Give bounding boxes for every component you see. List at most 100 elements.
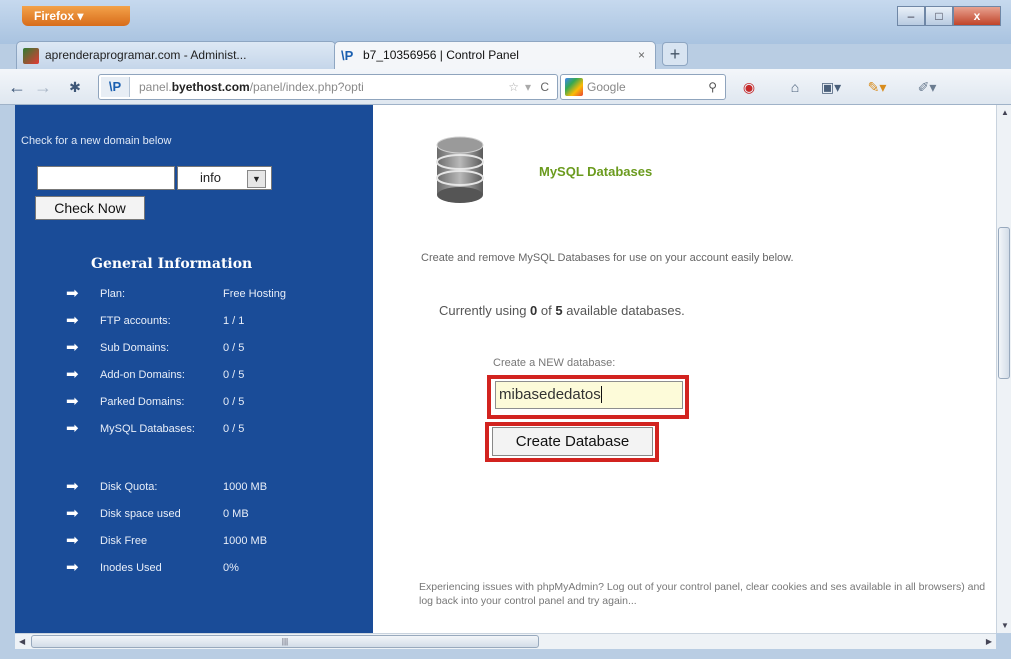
maximize-button[interactable]: □ [925,6,953,26]
disk-value: 0% [223,562,239,574]
general-info-heading: General Information [91,256,253,272]
tab-label: b7_10356956 | Control Panel [363,48,519,62]
info-row: ➡ MySQL Databases: 0 / 5 [15,420,373,440]
tools-icon[interactable]: ✐▾ [910,77,944,97]
site-favicon-icon [23,48,39,64]
arrow-right-icon: ➡ [66,478,79,495]
arrow-right-icon: ➡ [66,312,79,329]
section-title: MySQL Databases [539,164,653,179]
info-row: ➡ FTP accounts: 1 / 1 [15,312,373,332]
addon-shield-icon[interactable]: ✱ [62,75,88,99]
tab-control-panel[interactable]: \P b7_10356956 | Control Panel × [334,41,656,69]
info-label: FTP accounts: [100,315,171,327]
info-value: 0 / 5 [223,342,245,354]
display-menu-icon[interactable]: ▣▾ [814,77,848,97]
forward-button[interactable]: → [32,75,54,99]
minimize-button[interactable]: – [897,6,925,26]
select-arrow-icon[interactable]: ▼ [247,170,266,188]
info-label: Plan: [100,288,126,300]
google-icon [565,78,583,96]
reload-button[interactable]: C [540,75,549,99]
new-database-value: mibasededatos [499,386,601,403]
tab-strip: aprenderaprogramar.com - Administ... \P … [0,33,1011,69]
arrow-right-icon: ➡ [66,559,79,576]
phpmyadmin-note: Experiencing issues with phpMyAdmin? Log… [419,581,986,607]
info-row: ➡ Plan: Free Hosting [15,285,373,305]
disk-label: Disk space used [100,508,181,520]
info-value: 1 / 1 [223,315,245,327]
scroll-right-icon[interactable]: ▶ [986,637,992,646]
search-placeholder: Google [587,80,626,94]
disk-value: 1000 MB [223,535,268,547]
window-frame-bottom [0,649,1011,659]
search-box[interactable]: Google ⚲ [560,74,726,100]
tld-select[interactable]: info ▼ [177,166,272,190]
tab-label: aprenderaprogramar.com - Administ... [45,48,247,62]
info-label: Sub Domains: [100,342,170,354]
scroll-up-icon[interactable]: ▲ [1001,108,1009,117]
firefox-menu-button[interactable]: Firefox ▾ [22,6,130,26]
database-usage: Currently using 0 of 5 available databas… [439,303,685,318]
disk-row: ➡ Disk space used 0 MB [15,505,373,525]
check-now-button[interactable]: Check Now [35,196,145,220]
info-value: 0 / 5 [223,396,245,408]
disk-label: Disk Quota: [100,481,158,493]
byethost-favicon-icon: \P [341,48,354,63]
vertical-scroll-thumb[interactable] [998,227,1010,379]
horizontal-scroll-thumb[interactable]: ||| [31,635,539,648]
text-cursor [600,386,602,403]
bookmark-star-icon[interactable]: ☆ [508,75,519,99]
arrow-right-icon: ➡ [66,420,79,437]
search-icon[interactable]: ⚲ [708,75,717,99]
info-label: MySQL Databases: [100,423,195,435]
new-database-input[interactable]: mibasededatos [495,381,683,409]
domain-check-label: Check for a new domain below [21,135,172,147]
tab-close-icon[interactable]: × [638,42,645,68]
recording-icon[interactable]: ◉ [738,77,760,97]
horizontal-scrollbar[interactable]: ◀ ||| ▶ [15,633,996,649]
dropdown-arrow-icon[interactable]: ▾ [525,75,531,99]
disk-row: ➡ Disk Quota: 1000 MB [15,478,373,498]
tab-aprenderaprogramar[interactable]: aprenderaprogramar.com - Administ... [16,41,336,69]
vertical-scrollbar[interactable]: ▲ ▼ [996,105,1011,633]
disk-value: 1000 MB [223,481,268,493]
info-value: 0 / 5 [223,423,245,435]
arrow-right-icon: ➡ [66,505,79,522]
close-window-button[interactable]: x [953,6,1001,26]
info-label: Parked Domains: [100,396,185,408]
section-description: Create and remove MySQL Databases for us… [421,252,794,264]
page-content: Check for a new domain below info ▼ Chec… [15,105,996,633]
url-text: panel.byethost.com/panel/index.php?opti [139,80,364,94]
arrow-right-icon: ➡ [66,339,79,356]
disk-value: 0 MB [223,508,249,520]
disk-row: ➡ Disk Free 1000 MB [15,532,373,552]
tld-selected-value: info [200,170,221,185]
new-tab-button[interactable]: + [662,42,688,66]
address-bar[interactable]: \P panel.byethost.com/panel/index.php?op… [98,74,558,100]
scroll-down-icon[interactable]: ▼ [1001,621,1009,630]
info-label: Add-on Domains: [100,369,185,381]
arrow-right-icon: ➡ [66,393,79,410]
sidebar-panel: Check for a new domain below info ▼ Chec… [15,105,373,633]
info-value: Free Hosting [223,288,286,300]
disk-label: Disk Free [100,535,148,547]
arrow-right-icon: ➡ [66,366,79,383]
info-row: ➡ Sub Domains: 0 / 5 [15,339,373,359]
home-icon[interactable]: ⌂ [784,77,806,97]
create-database-button[interactable]: Create Database [492,427,653,456]
navigation-toolbar: ← → ✱ \P panel.byethost.com/panel/index.… [0,69,1011,105]
extension-icon[interactable]: ✎▾ [860,77,894,97]
site-identity-icon[interactable]: \P [101,77,130,97]
firefox-menu-label: Firefox [34,9,75,23]
info-row: ➡ Add-on Domains: 0 / 5 [15,366,373,386]
domain-search-input[interactable] [37,166,175,190]
scroll-left-icon[interactable]: ◀ [19,637,25,646]
arrow-right-icon: ➡ [66,285,79,302]
new-database-label: Create a NEW database: [493,357,616,369]
back-button[interactable]: ← [4,75,30,99]
window-frame-left [0,105,15,659]
main-content: MySQL Databases Create and remove MySQL … [393,105,996,633]
disk-row: ➡ Inodes Used 0% [15,559,373,579]
arrow-right-icon: ➡ [66,532,79,549]
disk-label: Inodes Used [100,562,162,574]
